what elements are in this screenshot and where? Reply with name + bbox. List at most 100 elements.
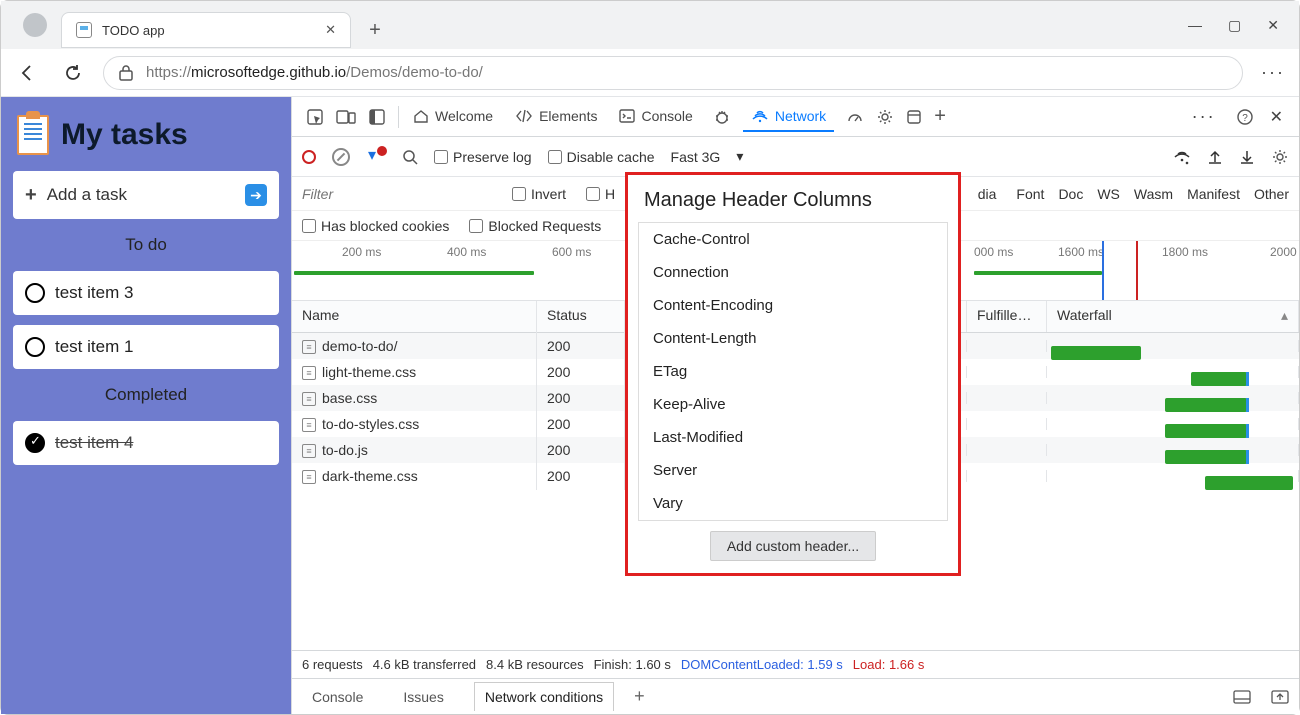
file-icon: ≡ <box>302 444 316 458</box>
devtools-menu-icon[interactable]: ··· <box>1188 106 1220 127</box>
waterfall-bar <box>1165 424 1247 438</box>
header-column-option[interactable]: Vary <box>639 487 947 520</box>
inspect-icon[interactable] <box>306 108 324 126</box>
svg-text:?: ? <box>1242 113 1248 124</box>
type-ws[interactable]: WS <box>1097 186 1120 202</box>
disable-cache-checkbox[interactable]: Disable cache <box>548 149 655 165</box>
address-field[interactable]: https://microsoftedge.github.io/Demos/de… <box>103 56 1243 90</box>
window-close-icon[interactable]: ✕ <box>1267 17 1279 34</box>
type-doc[interactable]: Doc <box>1058 186 1083 202</box>
file-icon: ≡ <box>302 418 316 432</box>
drawer-expand-icon[interactable] <box>1271 690 1289 704</box>
clipboard-icon <box>17 115 49 155</box>
checkbox-checked-icon[interactable] <box>25 433 45 453</box>
drawer-add-icon[interactable]: + <box>634 686 645 707</box>
upload-icon[interactable] <box>1207 149 1223 165</box>
blocked-requests-checkbox[interactable]: Blocked Requests <box>469 218 601 234</box>
type-other[interactable]: Other <box>1254 186 1289 202</box>
popup-title: Manage Header Columns <box>638 185 948 222</box>
drawer-dock-icon[interactable] <box>1233 690 1251 704</box>
new-tab-button[interactable]: + <box>359 19 391 42</box>
header-column-option[interactable]: Cache-Control <box>639 223 947 256</box>
window-minimize-icon[interactable]: — <box>1188 17 1202 34</box>
task-item[interactable]: test item 1 <box>13 325 279 369</box>
file-icon: ≡ <box>302 340 316 354</box>
type-cut[interactable]: dia <box>978 186 997 202</box>
bug-icon[interactable] <box>713 108 731 126</box>
waterfall-bar <box>1051 346 1141 360</box>
tab-favicon <box>76 22 92 38</box>
browser-tab[interactable]: TODO app ✕ <box>61 12 351 48</box>
col-name[interactable]: Name <box>292 301 537 332</box>
more-tabs-plus-icon[interactable]: + <box>934 105 946 128</box>
header-column-option[interactable]: Connection <box>639 256 947 289</box>
header-column-option[interactable]: Last-Modified <box>639 421 947 454</box>
tab-close-icon[interactable]: ✕ <box>325 22 336 38</box>
wifi-settings-icon[interactable] <box>1173 149 1191 165</box>
dropdown-caret-icon[interactable]: ▾ <box>736 148 743 165</box>
add-task-label: Add a task <box>47 185 127 205</box>
toolbar-settings-icon[interactable] <box>1271 148 1289 166</box>
file-icon: ≡ <box>302 470 316 484</box>
add-custom-header-button[interactable]: Add custom header... <box>710 531 876 561</box>
type-manifest[interactable]: Manifest <box>1187 186 1240 202</box>
header-column-option[interactable]: Content-Length <box>639 322 947 355</box>
refresh-button[interactable] <box>57 57 89 89</box>
settings-gear-icon[interactable] <box>876 108 894 126</box>
tab-elements[interactable]: Elements <box>507 102 605 132</box>
col-status[interactable]: Status <box>537 301 625 332</box>
header-column-option[interactable]: Keep-Alive <box>639 388 947 421</box>
tab-console[interactable]: Console <box>611 102 700 132</box>
invert-checkbox[interactable]: Invert <box>512 186 566 202</box>
tab-network[interactable]: Network <box>743 102 834 132</box>
filter-input[interactable] <box>302 186 492 202</box>
waterfall-bar <box>1191 372 1247 386</box>
file-icon: ≡ <box>302 366 316 380</box>
header-column-option[interactable]: Content-Encoding <box>639 289 947 322</box>
dock-icon[interactable] <box>368 108 386 126</box>
add-task-input[interactable]: + Add a task ➔ <box>13 171 279 219</box>
blocked-cookies-checkbox[interactable]: Has blocked cookies <box>302 218 449 234</box>
help-icon[interactable]: ? <box>1236 108 1254 126</box>
manage-header-columns-popup: Manage Header Columns Cache-ControlConne… <box>625 172 961 576</box>
waterfall-bar <box>1165 398 1247 412</box>
col-fulfilled[interactable]: Fulfilled... <box>967 301 1047 332</box>
clear-button[interactable] <box>332 148 350 166</box>
devtools-close-icon[interactable]: ✕ <box>1270 107 1283 127</box>
checkbox-icon[interactable] <box>25 337 45 357</box>
profile-avatar[interactable] <box>23 13 47 37</box>
search-icon[interactable] <box>402 149 418 165</box>
filter-toggle-icon[interactable] <box>366 147 386 167</box>
app-icon[interactable] <box>906 109 922 125</box>
device-toggle-icon[interactable] <box>336 109 356 125</box>
browser-menu-button[interactable]: ··· <box>1257 62 1289 83</box>
download-icon[interactable] <box>1239 149 1255 165</box>
throttle-select[interactable]: Fast 3G <box>671 149 721 165</box>
record-button[interactable] <box>302 150 316 164</box>
group-todo-title: To do <box>13 229 279 261</box>
header-column-option[interactable]: Server <box>639 454 947 487</box>
performance-icon[interactable] <box>846 108 864 126</box>
page-title: My tasks <box>61 118 188 152</box>
preserve-log-checkbox[interactable]: Preserve log <box>434 149 532 165</box>
todo-app-page: My tasks + Add a task ➔ To do test item … <box>1 97 291 714</box>
type-font[interactable]: Font <box>1016 186 1044 202</box>
col-waterfall[interactable]: Waterfall▴ <box>1047 301 1299 332</box>
network-status-bar: 6 requests 4.6 kB transferred 8.4 kB res… <box>292 650 1299 678</box>
header-column-option[interactable]: ETag <box>639 355 947 388</box>
submit-task-button[interactable]: ➔ <box>245 184 267 206</box>
type-wasm[interactable]: Wasm <box>1134 186 1173 202</box>
back-button[interactable] <box>11 57 43 89</box>
drawer-issues[interactable]: Issues <box>393 683 453 711</box>
tab-welcome[interactable]: Welcome <box>405 102 501 132</box>
hide-data-checkbox[interactable]: H <box>586 186 615 202</box>
group-done-title: Completed <box>13 379 279 411</box>
drawer-console[interactable]: Console <box>302 683 373 711</box>
checkbox-icon[interactable] <box>25 283 45 303</box>
window-maximize-icon[interactable]: ▢ <box>1228 17 1241 34</box>
plus-icon: + <box>25 184 37 207</box>
drawer-network-conditions[interactable]: Network conditions <box>474 682 614 711</box>
task-item[interactable]: test item 3 <box>13 271 279 315</box>
task-item[interactable]: test item 4 <box>13 421 279 465</box>
waterfall-bar <box>1165 450 1247 464</box>
